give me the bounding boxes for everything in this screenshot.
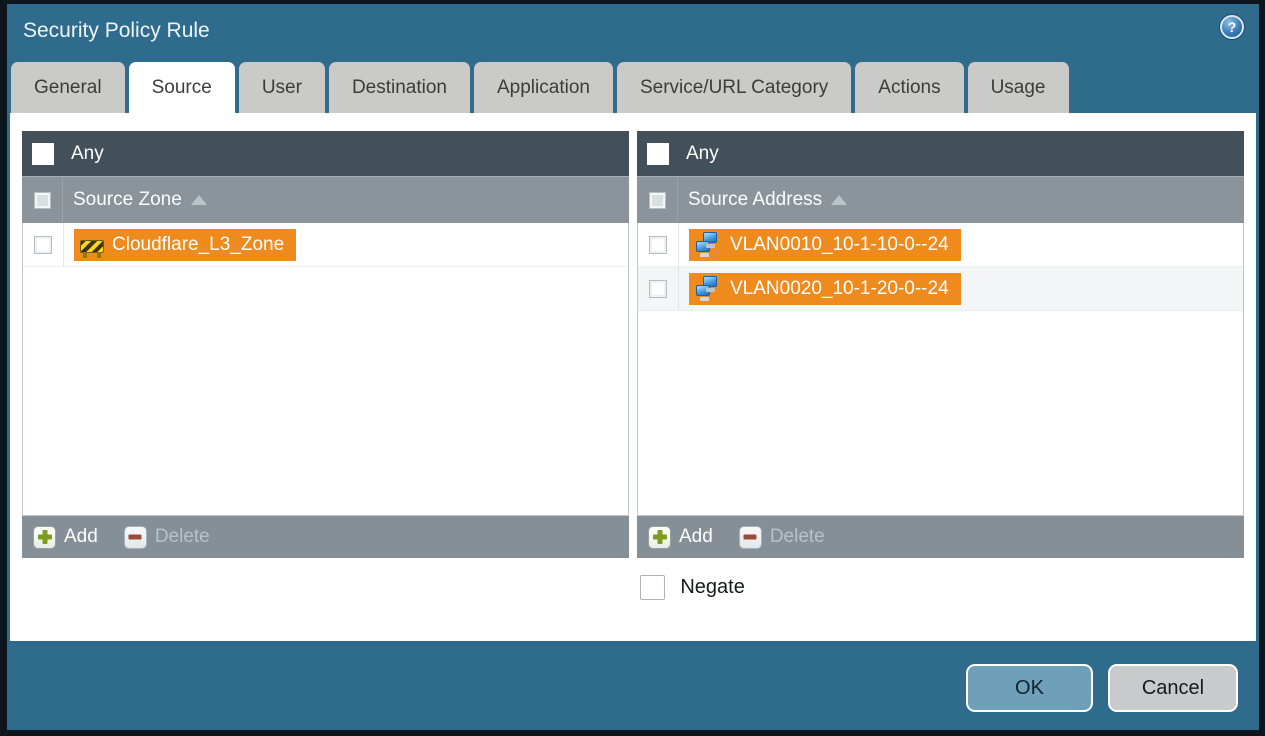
source-zone-row-checkbox[interactable]: [34, 235, 52, 254]
title-bar: Security Policy Rule ?: [7, 4, 1259, 62]
source-address-row-checkbox[interactable]: [649, 235, 667, 254]
source-zone-any-header: Any: [22, 131, 629, 176]
source-zone-add-button[interactable]: Add: [33, 525, 98, 549]
minus-icon: [738, 525, 762, 549]
source-address-list: VLAN0010_10-1-10-0--24 VLAN0020_10-1-20-…: [637, 223, 1244, 516]
source-zone-item-label: Cloudflare_L3_Zone: [112, 233, 285, 255]
sort-ascending-icon: [190, 195, 207, 205]
tab-source[interactable]: Source: [128, 62, 235, 113]
tab-bar: General Source User Destination Applicat…: [7, 62, 1259, 113]
tab-actions[interactable]: Actions: [855, 62, 964, 113]
source-address-delete-button[interactable]: Delete: [738, 525, 825, 549]
network-icon: [695, 275, 722, 302]
source-zone-row[interactable]: Cloudflare_L3_Zone: [23, 223, 628, 267]
network-icon: [695, 231, 722, 258]
source-address-any-header: Any: [637, 131, 1244, 176]
source-zone-list: Cloudflare_L3_Zone: [22, 223, 629, 516]
source-address-select-all-checkbox[interactable]: [648, 191, 666, 209]
dialog-button-row: OK Cancel: [966, 664, 1238, 712]
source-tab-content: Any Source Zone Cloudflare_L3_Zone Add D…: [10, 113, 1256, 641]
source-address-any-label: Any: [686, 142, 719, 164]
tab-application[interactable]: Application: [474, 62, 613, 113]
zone-icon: [80, 239, 104, 258]
sort-ascending-icon: [831, 195, 848, 205]
dialog-title: Security Policy Rule: [23, 19, 210, 42]
source-address-add-button[interactable]: Add: [648, 525, 713, 549]
source-address-row[interactable]: VLAN0010_10-1-10-0--24: [638, 223, 1243, 267]
source-address-panel: Any Source Address VLAN0010_10-1-10-0--2…: [637, 131, 1244, 558]
source-address-column-title: Source Address: [688, 189, 823, 210]
source-address-column-header[interactable]: Source Address: [637, 176, 1244, 223]
minus-icon: [123, 525, 147, 549]
help-icon[interactable]: ?: [1220, 15, 1244, 39]
source-address-any-checkbox[interactable]: [647, 142, 669, 165]
security-policy-rule-dialog: Security Policy Rule ? General Source Us…: [7, 4, 1259, 730]
source-zone-panel: Any Source Zone Cloudflare_L3_Zone Add D…: [22, 131, 629, 558]
source-zone-footer: Add Delete: [22, 516, 629, 558]
source-address-item[interactable]: VLAN0010_10-1-10-0--24: [689, 228, 961, 261]
source-zone-column-header[interactable]: Source Zone: [22, 176, 629, 223]
source-address-row-checkbox[interactable]: [649, 279, 667, 298]
source-zone-any-checkbox[interactable]: [32, 142, 54, 165]
plus-icon: [648, 525, 671, 549]
tab-user[interactable]: User: [238, 62, 325, 113]
source-zone-item[interactable]: Cloudflare_L3_Zone: [74, 228, 297, 261]
source-address-item-label: VLAN0020_10-1-20-0--24: [730, 277, 949, 299]
source-zone-any-label: Any: [71, 142, 104, 164]
negate-checkbox[interactable]: [640, 575, 666, 600]
tab-general[interactable]: General: [11, 62, 125, 113]
source-address-item[interactable]: VLAN0020_10-1-20-0--24: [689, 272, 961, 305]
source-address-row[interactable]: VLAN0020_10-1-20-0--24: [638, 267, 1243, 311]
cancel-button[interactable]: Cancel: [1108, 664, 1238, 712]
negate-row: Negate: [640, 575, 1244, 600]
source-address-item-label: VLAN0010_10-1-10-0--24: [730, 233, 949, 255]
tab-service-url-category[interactable]: Service/URL Category: [616, 62, 852, 113]
source-zone-delete-button[interactable]: Delete: [123, 525, 210, 549]
source-zone-column-title: Source Zone: [73, 189, 182, 210]
source-zone-select-all-checkbox[interactable]: [33, 191, 51, 209]
source-address-footer: Add Delete: [637, 516, 1244, 558]
tab-usage[interactable]: Usage: [967, 62, 1069, 113]
plus-icon: [33, 525, 56, 549]
ok-button[interactable]: OK: [966, 664, 1093, 712]
negate-label: Negate: [680, 576, 745, 598]
tab-destination[interactable]: Destination: [328, 62, 470, 113]
